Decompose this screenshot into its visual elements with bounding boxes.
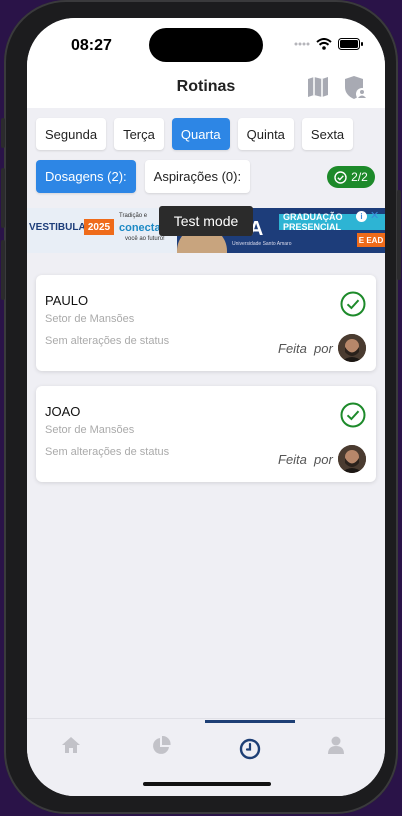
check-circle-icon	[340, 402, 366, 428]
day-chip-quarta[interactable]: Quarta	[171, 118, 230, 150]
phone-frame: 08:27 Rotinas Segunda Terça Quarta Quint…	[1, 0, 401, 814]
done-label: Feita	[278, 341, 307, 356]
user-icon[interactable]	[327, 736, 345, 755]
patient-name: JOAO	[45, 404, 81, 419]
day-chip-segunda[interactable]: Segunda	[36, 118, 107, 150]
status-time: 08:27	[71, 37, 112, 54]
routine-card[interactable]: JOAO Setor de Mansões Sem alterações de …	[36, 386, 376, 482]
avatar-image	[338, 334, 366, 362]
ad-info-icon[interactable]: i	[356, 211, 367, 222]
tab-dosagens[interactable]: Dosagens (2):	[36, 160, 136, 193]
pie-chart-icon[interactable]	[151, 736, 171, 756]
status-note: Sem alterações de status	[45, 335, 170, 347]
completion-count: 2/2	[351, 170, 368, 184]
status-note: Sem alterações de status	[45, 446, 170, 458]
day-chip-terca[interactable]: Terça	[114, 118, 164, 150]
ad-year-badge: 2025	[84, 219, 114, 235]
ad-tagline-bottom: você ao futuro!	[125, 236, 165, 242]
patient-sector: Setor de Mansões	[45, 313, 135, 325]
cellular-icon	[294, 42, 310, 46]
ad-logo-subtitle: Universidade Santo Amaro	[232, 241, 292, 247]
map-icon[interactable]	[306, 75, 330, 99]
ad-tagline-main: conecta	[119, 222, 161, 234]
home-icon[interactable]	[61, 736, 81, 754]
nav-active-indicator	[205, 720, 295, 723]
user-shield-icon[interactable]	[343, 75, 369, 101]
test-mode-label: Test mode	[159, 206, 253, 236]
dynamic-island	[149, 28, 263, 62]
status-bar: 08:27	[27, 18, 385, 72]
patient-name: PAULO	[45, 293, 89, 308]
avatar-image	[338, 445, 366, 473]
clock-icon[interactable]	[239, 738, 261, 760]
by-label: por	[314, 452, 333, 467]
ad-close-icon[interactable]: ✕	[370, 209, 379, 222]
page-title: Rotinas	[176, 78, 236, 95]
side-button	[1, 118, 5, 148]
day-chip-quinta[interactable]: Quinta	[237, 118, 294, 150]
battery-icon	[338, 38, 363, 50]
check-circle-icon	[334, 170, 347, 184]
check-circle-icon	[340, 291, 366, 317]
status-icons	[294, 38, 363, 50]
by-label: por	[314, 341, 333, 356]
avatar	[338, 445, 366, 473]
ad-ead-badge: E EAD	[357, 233, 385, 247]
home-indicator[interactable]	[143, 782, 271, 786]
wifi-icon	[316, 38, 332, 50]
side-button	[1, 240, 5, 300]
ad-tagline-top: Tradição e	[119, 213, 148, 219]
tab-aspiracoes[interactable]: Aspirações (0):	[144, 160, 251, 193]
patient-sector: Setor de Mansões	[45, 424, 135, 436]
side-button	[397, 190, 401, 280]
avatar	[338, 334, 366, 362]
app-header: Rotinas	[27, 72, 385, 108]
weekday-selector: Segunda Terça Quarta Quinta Sexta	[36, 118, 354, 150]
screen: 08:27 Rotinas Segunda Terça Quarta Quint…	[27, 18, 385, 796]
routine-type-tabs: Dosagens (2): Aspirações (0):	[36, 160, 251, 193]
completion-badge: 2/2	[327, 166, 375, 188]
day-chip-sexta[interactable]: Sexta	[301, 118, 354, 150]
side-button	[1, 168, 5, 228]
done-label: Feita	[278, 452, 307, 467]
routine-card[interactable]: PAULO Setor de Mansões Sem alterações de…	[36, 275, 376, 371]
